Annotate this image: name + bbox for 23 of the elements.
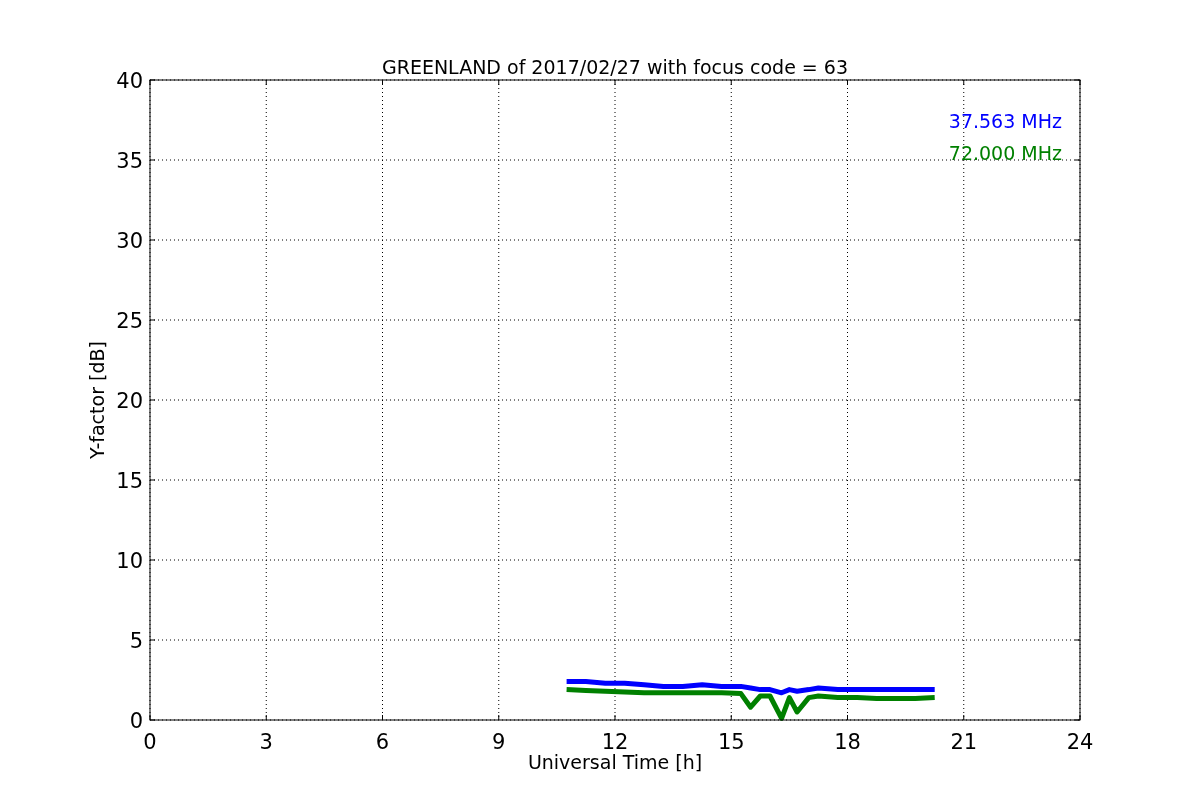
y-tick-label: 15 [116,469,143,493]
y-tick-label: 25 [116,309,143,333]
y-tick-label: 35 [116,149,143,173]
x-tick-label: 12 [601,730,629,754]
x-tick-label: 24 [1066,730,1094,754]
x-tick-label: 0 [143,730,157,754]
x-tick-label: 3 [259,730,273,754]
y-tick-label: 20 [116,389,143,413]
x-tick-label: 9 [492,730,506,754]
y-tick-label: 5 [129,629,143,653]
legend-label: 37.563 MHz [948,110,1062,132]
y-axis-label: Y-factor [dB] [86,341,108,459]
y-tick-label: 30 [116,229,143,253]
legend-label: 72.000 MHz [948,142,1062,164]
y-tick-label: 10 [116,549,143,573]
chart-title: GREENLAND of 2017/02/27 with focus code = 63 [382,56,848,78]
x-tick-label: 18 [834,730,861,754]
x-axis-label: Universal Time [h] [527,751,703,773]
y-tick-label: 0 [129,709,143,733]
y-tick-label: 40 [116,69,143,93]
x-tick-label: 6 [375,730,390,754]
x-tick-label: 21 [950,730,978,754]
x-tick-label: 15 [717,730,745,754]
